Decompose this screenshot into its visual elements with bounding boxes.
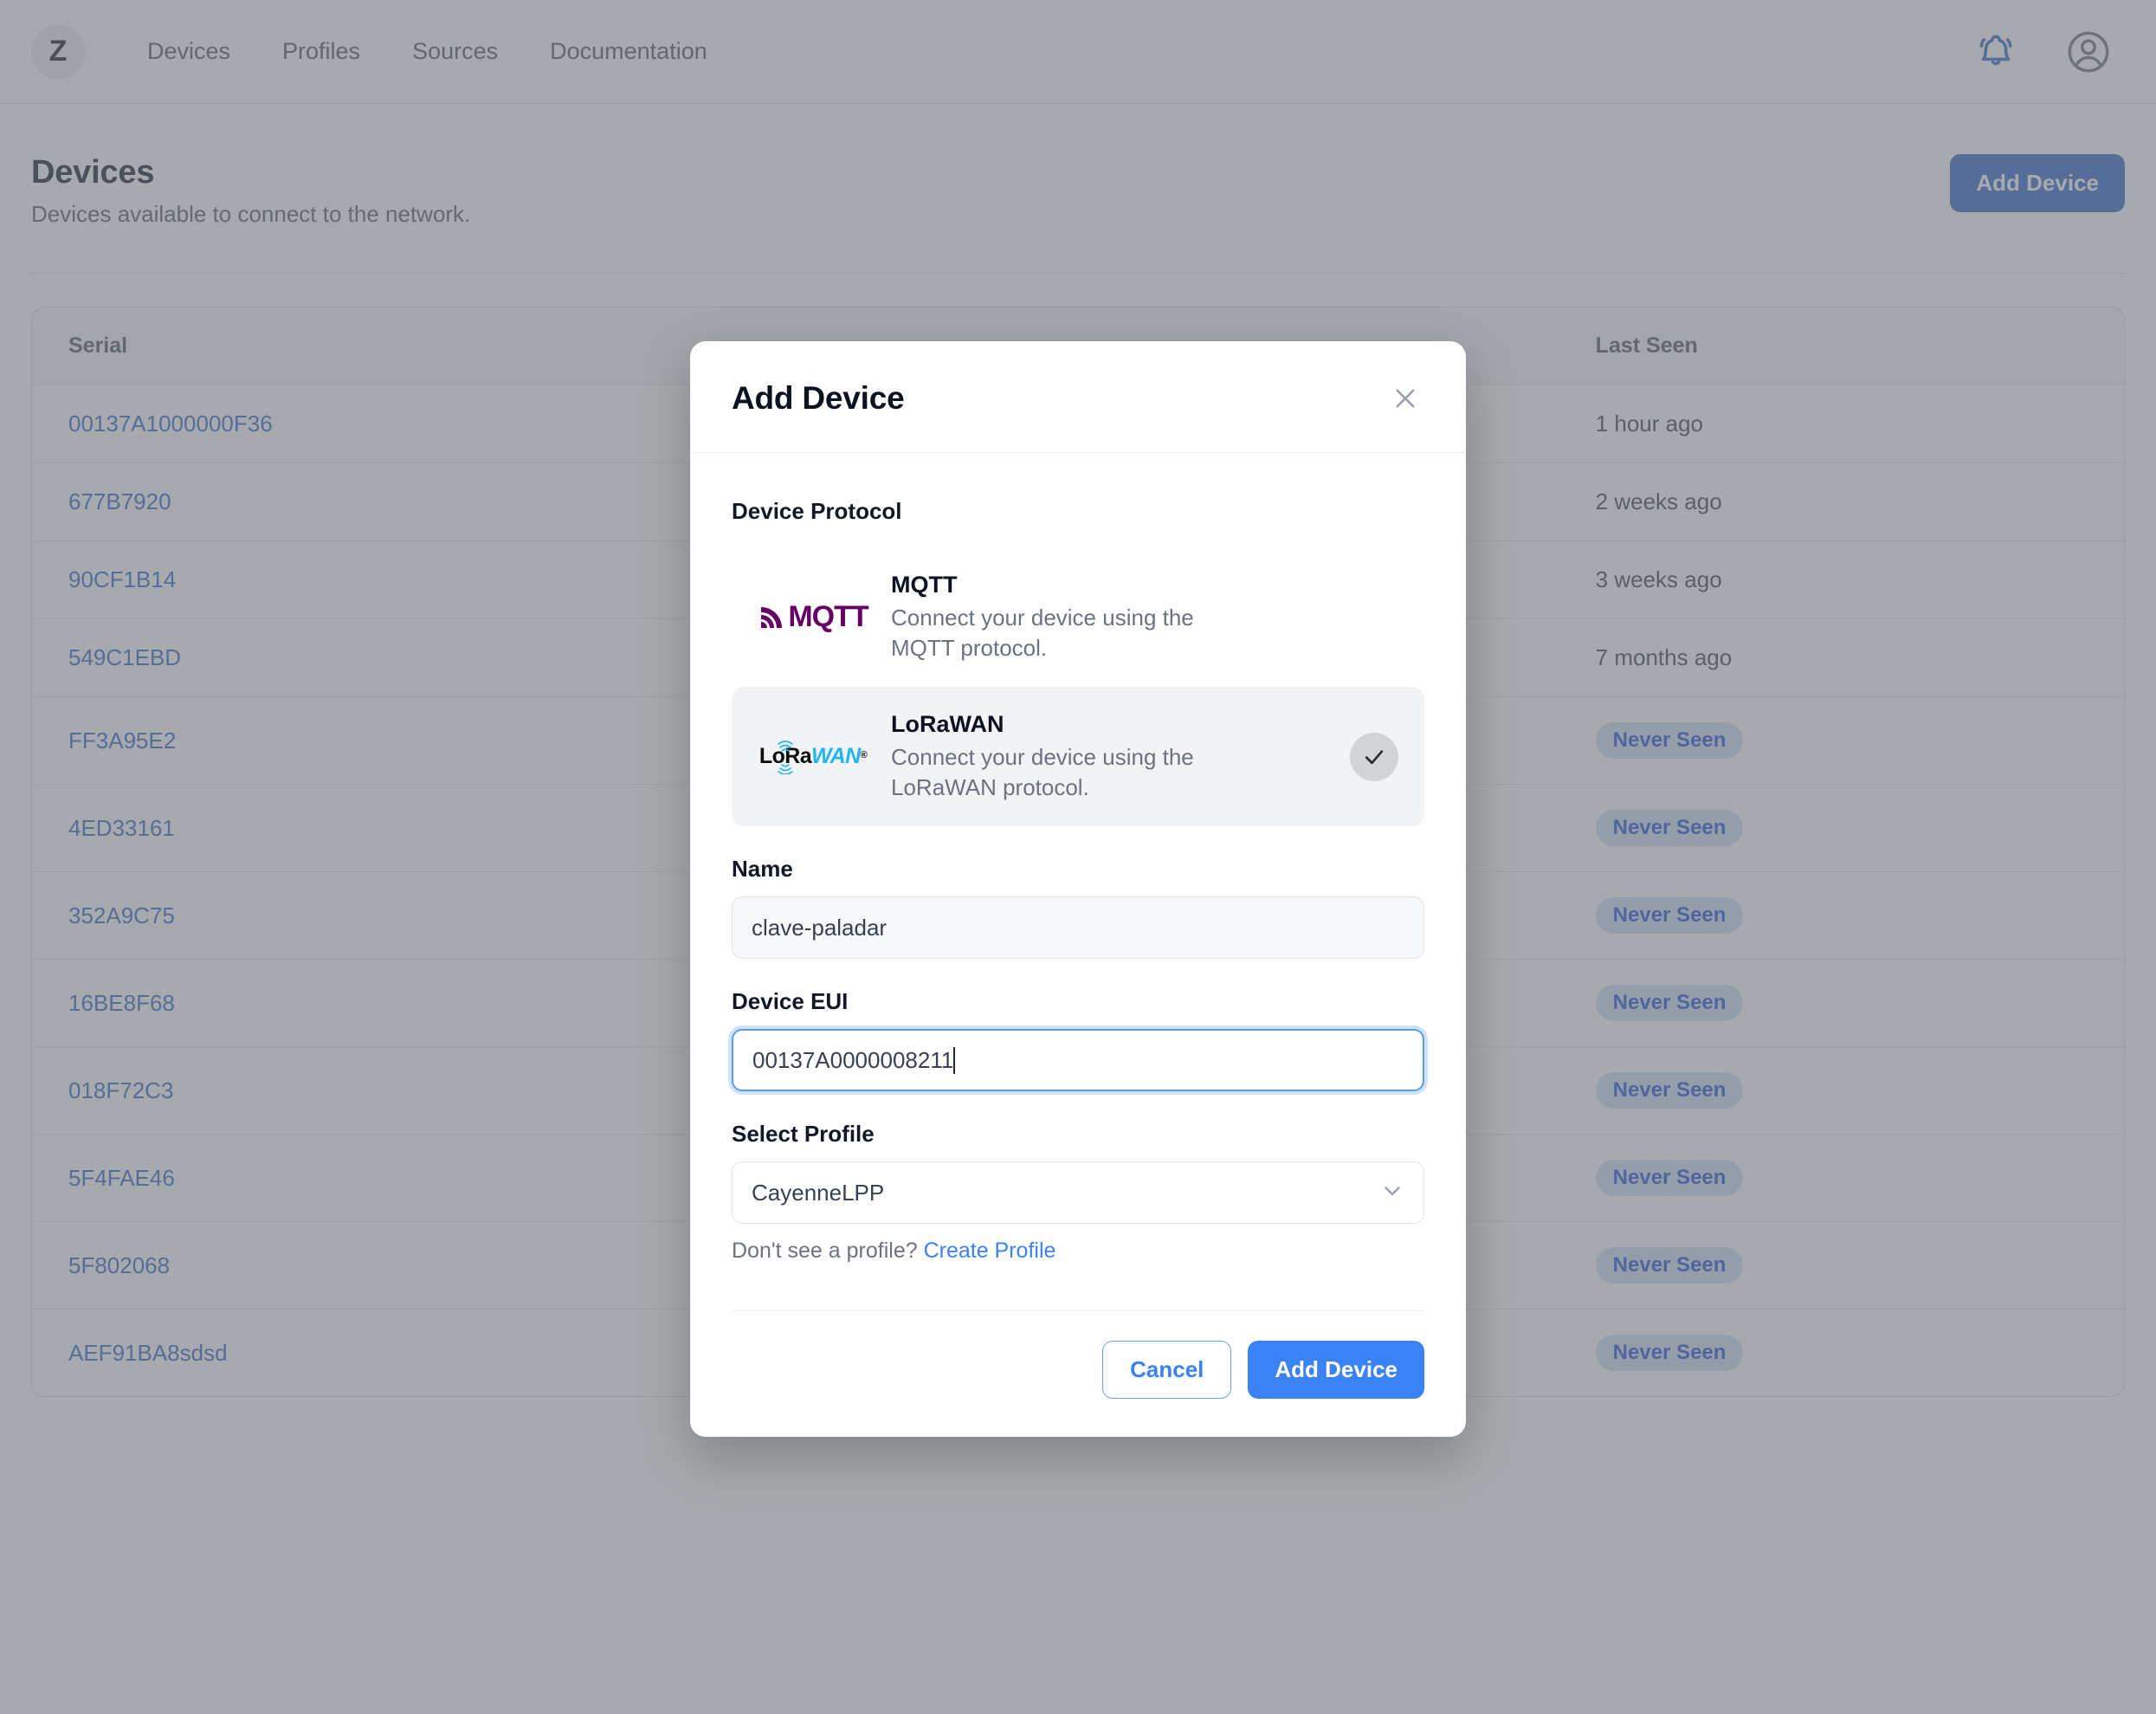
mqtt-logo-icon: MQTT xyxy=(758,600,869,634)
modal-overlay[interactable]: Add Device Device Protocol MQTT MQTT Con… xyxy=(0,0,2156,1714)
name-label: Name xyxy=(732,856,793,883)
profile-select[interactable]: CayenneLPP xyxy=(732,1161,1424,1225)
modal-title: Add Device xyxy=(732,380,905,416)
check-icon xyxy=(1350,732,1398,781)
profile-helper-text: Don't see a profile? xyxy=(732,1239,918,1264)
create-profile-link[interactable]: Create Profile xyxy=(924,1239,1056,1263)
lorawan-wordmark-wan: WAN xyxy=(811,744,861,769)
protocol-name-mqtt: MQTT xyxy=(891,572,958,598)
protocol-text-lorawan: LoRaWAN Connect your device using the Lo… xyxy=(891,711,1327,802)
device-protocol-label: Device Protocol xyxy=(732,498,902,524)
select-profile-label: Select Profile xyxy=(732,1121,875,1148)
protocol-description-mqtt: Connect your device using the MQTT proto… xyxy=(891,605,1194,661)
device-eui-input-value: 00137A0000008211 xyxy=(752,1046,954,1073)
protocol-option-mqtt[interactable]: MQTT MQTT Connect your device using the … xyxy=(732,547,1424,688)
lorawan-wave-bottom-icon xyxy=(775,755,796,780)
submit-add-device-button[interactable]: Add Device xyxy=(1248,1341,1424,1400)
modal-header: Add Device xyxy=(690,341,1466,453)
device-eui-label: Device EUI xyxy=(732,988,849,1015)
profile-select-value: CayenneLPP xyxy=(752,1179,885,1206)
add-device-modal: Add Device Device Protocol MQTT MQTT Con… xyxy=(690,341,1466,1438)
modal-footer: Cancel Add Device xyxy=(732,1310,1424,1437)
cancel-button[interactable]: Cancel xyxy=(1102,1341,1232,1400)
profile-field-group: Select Profile CayenneLPP Don't see a pr… xyxy=(732,1121,1424,1264)
profile-helper-line: Don't see a profile? Create Profile xyxy=(732,1239,1424,1264)
name-input-value: clave-paladar xyxy=(752,914,888,941)
protocol-name-lorawan: LoRaWAN xyxy=(891,711,1004,738)
device-eui-field-group: Device EUI 00137A0000008211 xyxy=(732,988,1424,1092)
lorawan-logo-icon: LoRa WAN ® xyxy=(758,741,868,776)
protocol-description-lorawan: Connect your device using the LoRaWAN pr… xyxy=(891,744,1194,800)
mqtt-wordmark: MQTT xyxy=(788,600,868,634)
close-icon[interactable] xyxy=(1386,379,1424,417)
registered-mark: ® xyxy=(860,750,868,761)
text-cursor xyxy=(953,1046,956,1074)
modal-body: Device Protocol MQTT MQTT Connect your d… xyxy=(690,453,1466,1272)
protocol-text-mqtt: MQTT Connect your device using the MQTT … xyxy=(891,572,1398,663)
device-eui-input[interactable]: 00137A0000008211 xyxy=(732,1029,1424,1092)
profile-select-wrap: CayenneLPP xyxy=(732,1161,1424,1225)
protocol-option-lorawan[interactable]: LoRa WAN ® LoRaWAN Connect your device usi… xyxy=(732,687,1424,827)
name-field-group: Name clave-paladar xyxy=(732,856,1424,960)
name-input[interactable]: clave-paladar xyxy=(732,896,1424,960)
